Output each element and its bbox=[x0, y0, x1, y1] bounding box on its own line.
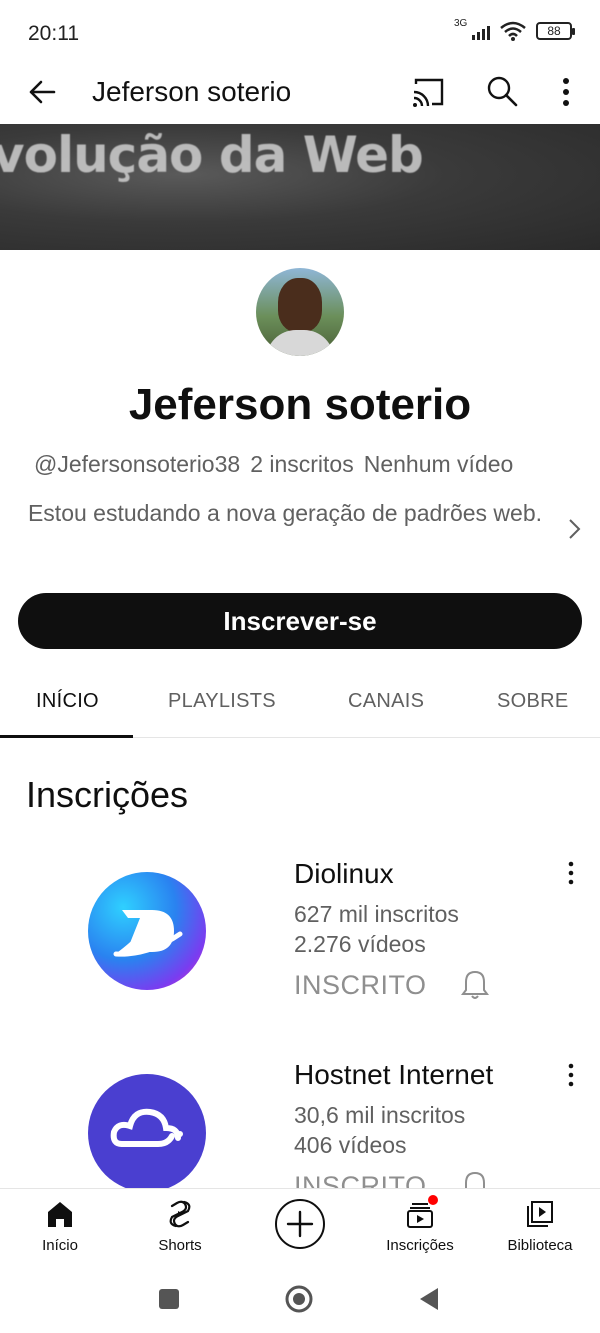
create-button[interactable] bbox=[275, 1199, 325, 1249]
channel-banner: volução da Web bbox=[0, 124, 600, 250]
create-icon bbox=[286, 1210, 314, 1238]
system-navigation-bar bbox=[0, 1266, 600, 1333]
hostnet-logo[interactable] bbox=[88, 1074, 206, 1188]
nav-label: Inscrições bbox=[386, 1237, 454, 1254]
nav-library[interactable]: Biblioteca bbox=[480, 1189, 600, 1267]
subscription-name[interactable]: Diolinux bbox=[294, 858, 394, 890]
recent-apps-icon[interactable] bbox=[154, 1284, 184, 1314]
status-icons: 3G 88 bbox=[454, 18, 575, 42]
system-back-icon[interactable] bbox=[414, 1284, 444, 1314]
battery-icon: 88 bbox=[536, 22, 575, 40]
library-icon bbox=[527, 1201, 553, 1227]
subscription-name[interactable]: Hostnet Internet bbox=[294, 1059, 493, 1091]
subscription-videos: 2.276 vídeos bbox=[294, 931, 426, 957]
battery-level: 88 bbox=[547, 24, 561, 38]
subscription-item[interactable]: Hostnet Internet 30,6 mil inscritos 406 … bbox=[0, 1050, 600, 1188]
banner-text: volução da Web bbox=[0, 126, 424, 184]
nav-label: Biblioteca bbox=[507, 1237, 573, 1254]
subscribed-status[interactable]: INSCRITO bbox=[294, 970, 427, 1001]
nav-home[interactable]: Início bbox=[0, 1189, 120, 1267]
notification-dot bbox=[428, 1195, 438, 1205]
channel-avatar[interactable] bbox=[256, 268, 344, 356]
cast-icon[interactable] bbox=[408, 72, 448, 112]
search-icon[interactable] bbox=[482, 72, 522, 112]
tab-sobre[interactable]: SOBRE bbox=[497, 690, 569, 713]
tab-inicio[interactable]: INÍCIO bbox=[36, 690, 99, 713]
more-vert-icon[interactable] bbox=[560, 1060, 582, 1090]
status-time: 20:11 bbox=[28, 22, 79, 45]
more-vert-icon[interactable] bbox=[560, 858, 582, 888]
shorts-icon bbox=[169, 1200, 191, 1228]
subscription-item[interactable]: Diolinux 627 mil inscritos 2.276 vídeos … bbox=[0, 848, 600, 1018]
app-bar-title: Jeferson soterio bbox=[92, 76, 292, 107]
active-tab-indicator bbox=[0, 735, 133, 738]
channel-video-count: Nenhum vídeo bbox=[363, 451, 514, 477]
back-arrow-icon[interactable] bbox=[24, 72, 64, 112]
chevron-right-icon[interactable] bbox=[564, 516, 584, 542]
network-type: 3G bbox=[454, 18, 468, 29]
section-title: Inscrições bbox=[26, 774, 189, 815]
nav-label: Shorts bbox=[158, 1237, 202, 1254]
bell-icon[interactable] bbox=[460, 1170, 490, 1188]
channel-tabs: INÍCIO PLAYLISTS CANAIS SOBRE bbox=[0, 672, 600, 738]
nav-label: Início bbox=[42, 1237, 78, 1254]
channel-meta: @Jefersonsoterio38 2 inscritos Nenhum ví… bbox=[34, 451, 513, 478]
tab-canais[interactable]: CANAIS bbox=[348, 690, 424, 713]
subscription-subscribers: 30,6 mil inscritos bbox=[294, 1102, 466, 1128]
top-app-bar: Jeferson soterio bbox=[0, 64, 600, 124]
subscribe-button[interactable]: Inscrever-se bbox=[18, 593, 582, 649]
subscription-subscribers: 627 mil inscritos bbox=[294, 901, 459, 927]
channel-subscriber-count: 2 inscritos bbox=[250, 451, 354, 477]
channel-handle: @Jefersonsoterio38 bbox=[34, 451, 241, 477]
status-bar: 20:11 3G 88 bbox=[0, 0, 600, 64]
tab-playlists[interactable]: PLAYLISTS bbox=[168, 690, 276, 713]
bell-icon[interactable] bbox=[460, 969, 490, 1001]
subscribed-status[interactable]: INSCRITO bbox=[294, 1171, 427, 1188]
more-vert-icon[interactable] bbox=[548, 72, 584, 112]
nav-shorts[interactable]: Shorts bbox=[120, 1189, 240, 1267]
home-button-icon[interactable] bbox=[284, 1284, 314, 1314]
home-icon bbox=[48, 1202, 72, 1227]
signal-icon: 3G bbox=[454, 18, 490, 42]
diolinux-logo[interactable] bbox=[88, 872, 206, 990]
subscription-videos: 406 vídeos bbox=[294, 1132, 407, 1158]
nav-subscriptions[interactable]: Inscrições bbox=[360, 1189, 480, 1267]
wifi-icon bbox=[500, 21, 526, 41]
channel-description[interactable]: Estou estudando a nova geração de padrõe… bbox=[20, 494, 550, 532]
channel-name: Jeferson soterio bbox=[128, 380, 472, 429]
bottom-navigation: Início Shorts Inscrições Biblioteca bbox=[0, 1188, 600, 1266]
